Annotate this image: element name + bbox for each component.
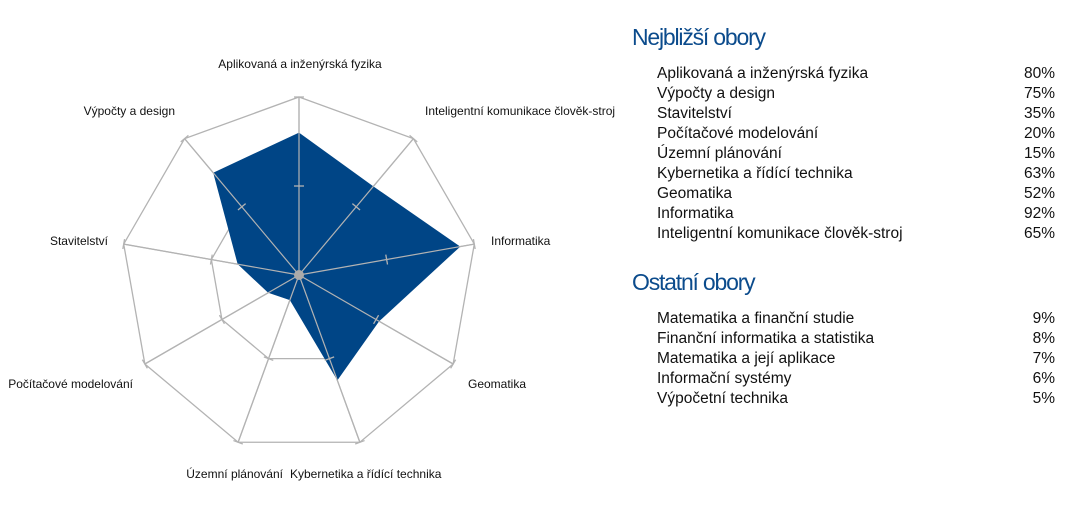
axis-label: Kybernetika a řídící technika	[290, 467, 442, 481]
field-row: Informační systémy 6%	[657, 369, 1055, 389]
field-percent: 35%	[1023, 105, 1055, 122]
field-row: Aplikovaná a inženýrská fyzika 80%	[657, 64, 1055, 84]
other-fields-panel: Ostatní obory Matematika a finanční stud…	[632, 267, 1055, 409]
axis-label: Aplikovaná a inženýrská fyzika	[218, 57, 382, 71]
field-name: Aplikovaná a inženýrská fyzika	[657, 65, 869, 82]
field-name: Stavitelství	[657, 105, 732, 122]
field-row: Výpočetní technika 5%	[657, 389, 1055, 409]
field-name: Výpočty a design	[657, 85, 776, 102]
field-row: Matematika a její aplikace 7%	[657, 349, 1055, 369]
axis-label: Územní plánování	[186, 466, 283, 481]
field-row: Geomatika 52%	[657, 184, 1055, 204]
other-fields-title: Ostatní obory	[632, 269, 756, 295]
field-name: Informatika	[657, 205, 734, 222]
field-name: Geomatika	[657, 185, 732, 202]
field-percent: 5%	[1032, 390, 1055, 407]
field-percent: 52%	[1023, 185, 1055, 202]
closest-fields-title: Nejbližší obory	[632, 24, 766, 50]
axis-label: Geomatika	[468, 377, 526, 391]
field-percent: 80%	[1023, 65, 1055, 82]
field-row: Matematika a finanční studie 9%	[657, 309, 1055, 329]
radar-chart: Aplikovaná a inženýrská fyzika Inteligent…	[8, 57, 615, 481]
field-percent: 92%	[1023, 205, 1055, 222]
axis-label: Stavitelství	[50, 234, 109, 248]
field-name: Informační systémy	[657, 370, 792, 387]
field-percent: 15%	[1023, 145, 1055, 162]
field-percent: 7%	[1032, 350, 1055, 367]
axis-label: Výpočty a design	[84, 104, 175, 118]
field-name: Matematika a její aplikace	[657, 350, 836, 367]
field-name: Inteligentní komunikace člověk-stroj	[657, 225, 903, 242]
field-row: Inteligentní komunikace člověk-stroj 65%	[657, 224, 1055, 244]
field-percent: 6%	[1032, 370, 1055, 387]
axis-label: Informatika	[491, 234, 551, 248]
field-percent: 8%	[1032, 330, 1055, 347]
axis-label: Počítačové modelování	[8, 377, 133, 391]
field-name: Finanční informatika a statistika	[657, 330, 875, 347]
field-name: Kybernetika a řídící technika	[657, 165, 853, 182]
field-percent: 20%	[1023, 125, 1055, 142]
field-name: Počítačové modelování	[657, 125, 819, 142]
axis-label: Inteligentní komunikace člověk-stroj	[425, 104, 615, 118]
field-name: Územní plánování	[657, 145, 782, 162]
field-row: Počítačové modelování 20%	[657, 124, 1055, 144]
field-name: Výpočetní technika	[657, 390, 788, 407]
field-percent: 65%	[1023, 225, 1055, 242]
field-row: Stavitelství 35%	[657, 104, 1055, 124]
field-row: Informatika 92%	[657, 204, 1055, 224]
field-percent: 9%	[1032, 310, 1055, 327]
center-dot	[294, 270, 304, 280]
field-row: Územní plánování 15%	[657, 144, 1055, 164]
closest-fields-panel: Nejbližší obory Aplikovaná a inženýrská …	[632, 22, 1055, 244]
field-percent: 63%	[1023, 165, 1055, 182]
field-percent: 75%	[1023, 85, 1055, 102]
field-row: Kybernetika a řídící technika 63%	[657, 164, 1055, 184]
field-row: Finanční informatika a statistika 8%	[657, 329, 1055, 349]
field-row: Výpočty a design 75%	[657, 84, 1055, 104]
field-name: Matematika a finanční studie	[657, 310, 855, 327]
